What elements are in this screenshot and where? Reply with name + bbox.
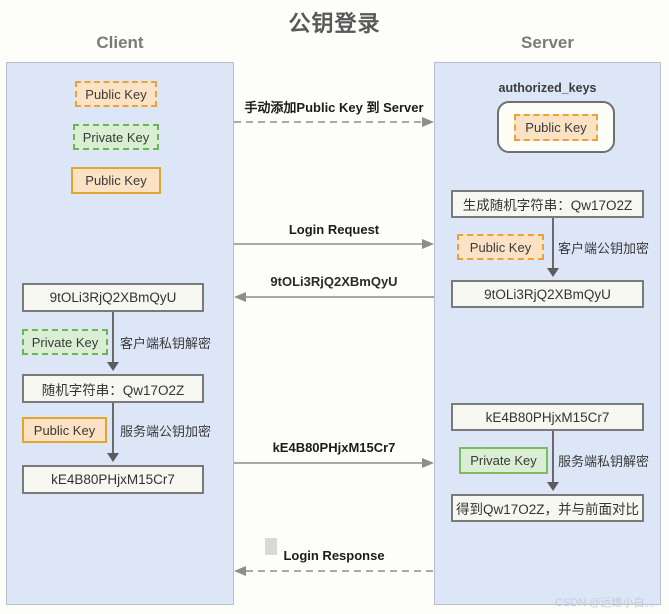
client-random-string-box: 随机字符串：Qw17O2Z — [22, 374, 204, 403]
server-encrypted-challenge-box: 9tOLi3RjQ2XBmQyU — [451, 280, 644, 308]
client-encrypted-challenge-box: 9tOLi3RjQ2XBmQyU — [22, 283, 204, 312]
server-connector-2-arrowhead — [547, 482, 559, 491]
server-compare-result-box: 得到Qw17O2Z，并与前面对比 — [451, 494, 644, 522]
server-generate-random-box: 生成随机字符串：Qw17O2Z — [451, 190, 644, 218]
flow-arrow-reencrypted — [234, 457, 434, 469]
diagram-canvas: 公钥登录 Client Server Public Key Private Ke… — [0, 0, 669, 614]
client-private-key-decrypt-chip: Private Key — [22, 329, 108, 355]
client-column-title: Client — [96, 33, 144, 52]
server-decrypt-note: 服务端私钥解密 — [558, 454, 650, 469]
server-client-public-key-chip: Public Key — [457, 234, 544, 260]
client-connector-1 — [112, 312, 114, 364]
server-connector-1-arrowhead — [547, 268, 559, 277]
client-encrypt-note: 服务端公钥加密 — [120, 424, 212, 439]
client-reencrypted-box: kE4B80PHjxM15Cr7 — [22, 465, 204, 494]
server-stored-public-key-chip: Public Key — [514, 113, 598, 141]
client-public-key-solid-chip: Public Key — [71, 167, 161, 194]
flow-label-add-public-key: 手动添加Public Key 到 Server — [244, 100, 424, 115]
client-connector-2-arrowhead — [107, 453, 119, 462]
flow-arrow-add-public-key — [234, 116, 434, 128]
client-connector-1-arrowhead — [107, 362, 119, 371]
client-public-key-encrypt-chip: Public Key — [22, 417, 107, 443]
client-public-key-dashed-chip: Public Key — [75, 81, 157, 107]
client-connector-2 — [112, 403, 114, 455]
flow-label-login-response: Login Response — [283, 548, 385, 563]
flow-arrow-encrypted-challenge — [234, 291, 434, 303]
client-decrypt-note: 客户端私钥解密 — [120, 336, 212, 351]
flow-label-reencrypted: kE4B80PHjxM15Cr7 — [272, 440, 396, 455]
server-connector-1 — [552, 218, 554, 270]
authorized-keys-label: authorized_keys — [498, 81, 597, 95]
authorized-keys-file-box: Public Key — [497, 101, 615, 153]
server-received-cipher-box: kE4B80PHjxM15Cr7 — [451, 403, 644, 431]
server-private-key-chip: Private Key — [459, 447, 548, 474]
flow-label-login-request: Login Request — [288, 222, 380, 237]
server-connector-2 — [552, 431, 554, 484]
server-column-title: Server — [521, 33, 574, 52]
flow-arrow-login-request — [234, 238, 434, 250]
flow-arrow-login-response — [234, 565, 434, 577]
watermark: CSDN @运维小白。。 — [555, 597, 661, 609]
server-encrypt-note: 客户端公钥加密 — [558, 241, 650, 256]
flow-label-encrypted-challenge: 9tOLi3RjQ2XBmQyU — [270, 274, 398, 289]
client-private-key-dashed-chip: Private Key — [73, 124, 159, 150]
